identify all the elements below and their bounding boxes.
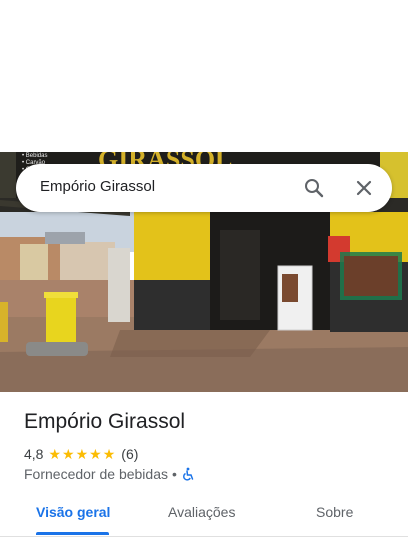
star-rating: ★ ★ ★ ★ ★ <box>48 447 116 461</box>
separator: • <box>172 466 177 482</box>
wheelchair-accessible-icon[interactable] <box>181 467 195 481</box>
star-icon: ★ <box>48 446 62 462</box>
clear-search-button[interactable] <box>350 174 378 202</box>
review-count[interactable]: (6) <box>121 446 138 462</box>
star-icon: ★ <box>62 446 75 462</box>
rating-row[interactable]: 4,8 ★ ★ ★ ★ ★ (6) <box>24 446 138 462</box>
rating-value: 4,8 <box>24 446 44 462</box>
search-icon <box>305 179 324 198</box>
search-bar[interactable]: Empório Girassol <box>16 164 392 212</box>
tab-overview[interactable]: Visão geral <box>36 504 110 520</box>
tab-bar: Visão geral Avaliações Sobre <box>0 496 408 536</box>
divider <box>0 536 408 537</box>
tab-about[interactable]: Sobre <box>316 504 353 520</box>
star-icon: ★ <box>102 446 116 462</box>
active-tab-indicator <box>36 532 109 535</box>
star-icon: ★ <box>89 446 102 462</box>
place-info-panel: Empório Girassol 4,8 ★ ★ ★ ★ ★ (6) Forne… <box>0 392 408 544</box>
search-button[interactable] <box>300 174 328 202</box>
place-title: Empório Girassol <box>24 410 186 433</box>
place-category: Fornecedor de bebidas <box>24 466 168 482</box>
search-input[interactable]: Empório Girassol <box>40 178 155 195</box>
star-icon: ★ <box>75 446 89 462</box>
close-icon <box>356 180 372 196</box>
svg-text:• Bebidas: • Bebidas <box>22 153 47 159</box>
tab-reviews[interactable]: Avaliações <box>168 504 235 520</box>
category-row: Fornecedor de bebidas • <box>24 466 195 482</box>
